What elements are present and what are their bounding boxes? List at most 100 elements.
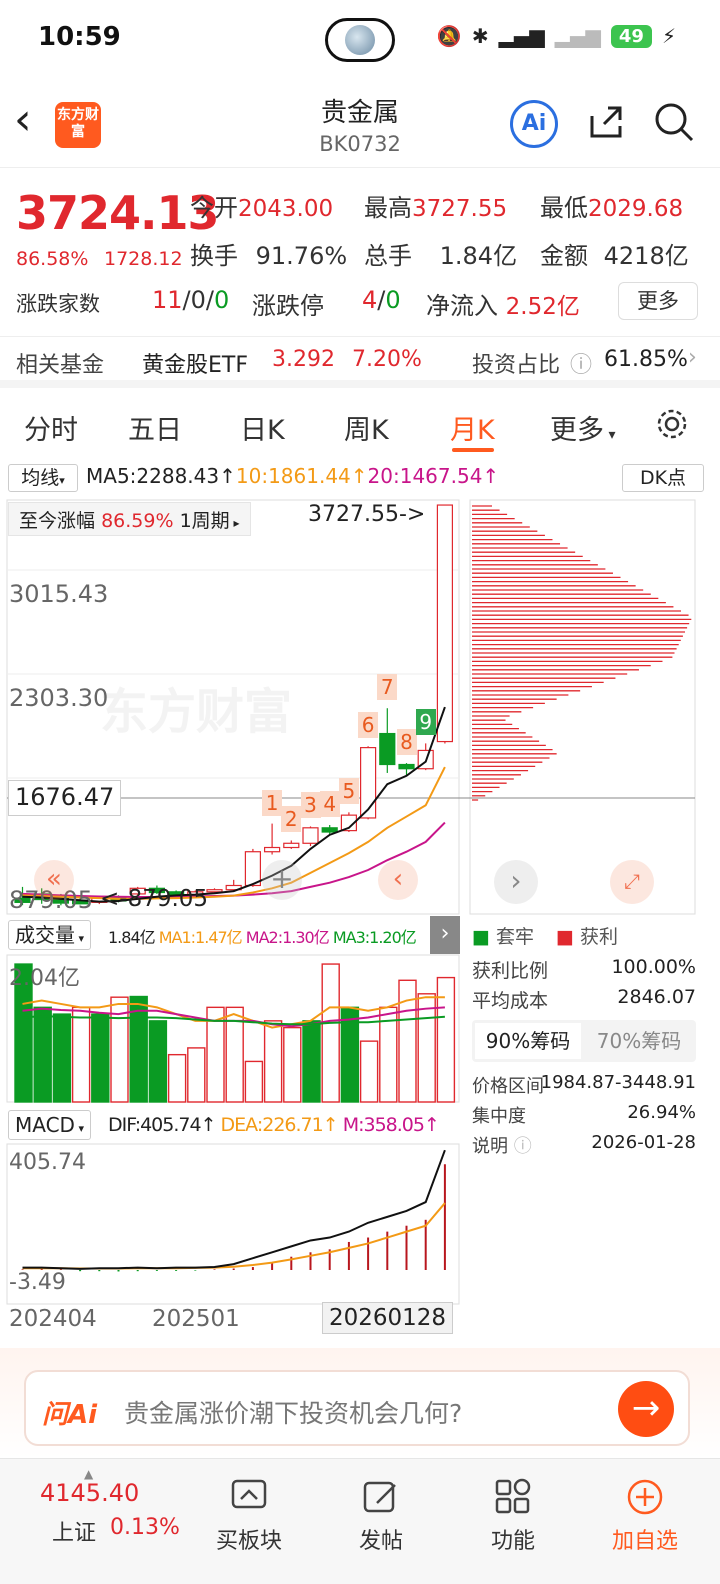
tab-fenshi[interactable]: 分时: [24, 408, 78, 447]
active-tab-underline: [452, 448, 494, 452]
ma20-value: 20:1467.54↑: [367, 464, 500, 488]
ask-ai-brand: 问Ai: [42, 1400, 98, 1430]
crosshair-value: 1676.47: [8, 780, 122, 816]
volume-bar: [71, 1006, 91, 1103]
settings-gear-icon[interactable]: [654, 406, 690, 442]
volume-bar: [91, 1013, 110, 1103]
note-row[interactable]: 说明 ⓘ: [472, 1132, 532, 1158]
dynamic-island-avatar: [325, 18, 395, 62]
candle: [379, 732, 396, 766]
ma-values: MA5:2288.43↑10:1861.44↑20:1467.54↑: [86, 464, 499, 488]
sequence-marker: 9: [415, 709, 436, 736]
sequence-marker: 7: [377, 674, 398, 701]
zoom-reset-button[interactable]: +: [262, 860, 302, 900]
low-label: 最低: [540, 194, 588, 222]
mute-icon: 🔕: [436, 24, 462, 48]
related-fund-row[interactable]: 相关基金 黄金股ETF 3.292 7.20% 投资占比 ⓘ 61.85% ›: [0, 336, 720, 388]
nav-buy-board[interactable]: 买板块: [204, 1477, 294, 1555]
tab-day-k[interactable]: 日K: [240, 408, 285, 447]
profit-ratio-label: 获利比例: [472, 960, 549, 982]
up-count: 11: [152, 286, 183, 314]
ask-ai-input[interactable]: 问Ai 贵金属涨价潮下投资机会几何? →: [24, 1370, 690, 1446]
volume-bar: [359, 1040, 379, 1103]
candle: [283, 842, 300, 849]
volume-row: 总手 1.84亿: [364, 236, 517, 271]
macd-values: DIF:405.74↑ DEA:226.71↑ M:358.05↑: [108, 1114, 440, 1136]
index-value[interactable]: 4145.40: [40, 1479, 139, 1507]
volume-value: 1.84亿: [439, 242, 518, 270]
share-icon[interactable]: [586, 102, 626, 142]
x-label-start: 202404: [9, 1306, 97, 1332]
caret-down-icon: ▾: [604, 427, 616, 443]
candle: [302, 827, 319, 844]
candle: [244, 851, 261, 887]
arrow-right-icon[interactable]: →: [618, 1381, 674, 1437]
ma10-value: 10:1861.44↑: [235, 464, 368, 488]
change-value: 1728.12: [104, 248, 183, 270]
vol-ma1: MA1:1.47亿: [158, 928, 243, 947]
tab-month-k[interactable]: 月K: [450, 408, 495, 447]
sequence-marker: 6: [358, 712, 379, 739]
chart-area[interactable]: 东方财富 均线▾ MA5:2288.43↑10:1861.44↑20:1467.…: [0, 458, 720, 1348]
note-label: 说明: [472, 1136, 508, 1157]
volume-dropdown[interactable]: 成交量 ▾: [8, 920, 92, 950]
since-gain-box[interactable]: 至今涨幅 86.59% 1周期 ▸: [8, 502, 251, 536]
caret-down-icon: ▾: [74, 1122, 84, 1135]
tab-week-k[interactable]: 周K: [344, 408, 389, 447]
high-row: 最高3727.55: [364, 188, 507, 223]
high-value: 3727.55: [412, 196, 508, 222]
nav-post[interactable]: 发帖: [336, 1477, 426, 1555]
caret-right-icon: ▸: [229, 516, 240, 530]
nav-functions-label: 功能: [490, 1529, 535, 1554]
volume-bar: [148, 1020, 168, 1103]
scroll-prev-button[interactable]: ‹: [378, 860, 418, 900]
volume-bar: [283, 1026, 302, 1103]
grid-icon: [495, 1478, 531, 1514]
ai-button[interactable]: Ai: [510, 100, 558, 148]
nav-functions[interactable]: 功能: [468, 1477, 558, 1555]
status-bar: 10:59 🔕 ✱ ▂▄▆ ▂▄▆ 49 ⚡: [0, 0, 720, 80]
change-percent: 86.58%: [16, 248, 89, 270]
dea-line: [22, 1202, 446, 1270]
chip-next-button[interactable]: ›: [494, 860, 538, 904]
low-marker: <-879.05: [100, 886, 209, 912]
dea-value: DEA:226.71↑: [220, 1114, 339, 1136]
nav-buy-board-label: 买板块: [215, 1529, 282, 1554]
down-count: 0: [214, 286, 230, 314]
low-value: 2029.68: [588, 196, 684, 222]
inflow-value: 2.52亿: [505, 294, 580, 320]
amount-row: 金额 4218亿: [540, 236, 689, 271]
m-value: M:358.05↑: [342, 1114, 440, 1136]
tab-five-day[interactable]: 五日: [128, 408, 182, 447]
macd-label: MACD: [15, 1113, 75, 1137]
open-value: 2043.00: [238, 196, 334, 222]
expand-icon[interactable]: ⤢: [610, 860, 654, 904]
caret-down-icon: ▾: [59, 474, 65, 487]
volume-bar: [33, 1006, 52, 1103]
scroll-left-button[interactable]: «: [34, 860, 74, 900]
sequence-marker: 8: [396, 729, 417, 756]
since-pct: 86.59%: [101, 510, 174, 532]
x-label-mid: 202501: [152, 1306, 240, 1332]
charging-icon: ⚡: [661, 24, 676, 48]
search-icon[interactable]: [652, 100, 696, 144]
nav-add-watchlist[interactable]: 加自选: [600, 1477, 690, 1555]
legend-profit-label: 获利: [580, 926, 619, 948]
updown-label: 涨跌家数: [16, 292, 100, 316]
high-marker: 3727.55->: [308, 502, 426, 527]
volume-bar: [321, 963, 340, 1103]
volume-bar: [263, 1020, 283, 1103]
dk-point-button[interactable]: DK点: [622, 464, 704, 492]
expand-right-button[interactable]: ›: [430, 916, 460, 954]
tab-chip-90[interactable]: 90%筹码: [475, 1023, 581, 1059]
avg-cost-value: 2846.07: [617, 986, 696, 1008]
tab-chip-70[interactable]: 70%筹码: [586, 1023, 692, 1059]
period-label: 1周期: [179, 510, 230, 532]
legend-trap: ■ 套牢: [472, 922, 534, 949]
ma-dropdown[interactable]: 均线▾: [8, 464, 78, 492]
more-button[interactable]: 更多: [618, 282, 698, 320]
macd-dropdown[interactable]: MACD ▾: [8, 1110, 91, 1140]
tab-more[interactable]: 更多 ▾: [550, 408, 615, 447]
sequence-marker: 4: [319, 790, 340, 817]
bluetooth-icon: ✱: [471, 24, 489, 48]
